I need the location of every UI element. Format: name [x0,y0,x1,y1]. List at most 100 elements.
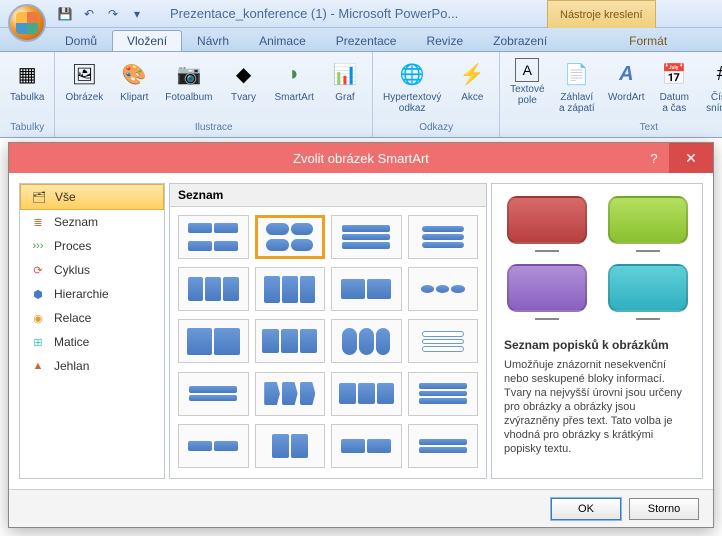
clipart-button[interactable]: 🎨Klipart [113,56,155,105]
tab-insert[interactable]: Vložení [112,30,182,51]
tab-home[interactable]: Domů [50,30,112,51]
redo-icon[interactable]: ↷ [104,5,122,23]
smartart-icon: ◗ [278,58,310,90]
description-text: Umožňuje znázornit nesekvenční nebo sesk… [504,358,690,456]
layout-thumb[interactable] [255,424,326,468]
ribbon-group-tables: ▦ Tabulka Tabulky [0,52,55,137]
category-list: 🗂Vše ≣Seznam ›››Proces ⟳Cyklus ⬢Hierarch… [19,183,165,479]
ok-button[interactable]: OK [551,498,621,520]
category-all[interactable]: 🗂Vše [20,184,164,210]
wordart-button[interactable]: AWordArt [605,56,647,105]
chart-button[interactable]: 📊Graf [324,56,366,105]
all-icon: 🗂 [31,190,47,204]
chart-icon: 📊 [329,58,361,90]
layout-thumb[interactable] [178,215,249,259]
layout-thumb[interactable] [408,424,479,468]
table-button[interactable]: ▦ Tabulka [6,56,48,105]
quick-access-toolbar: 💾 ↶ ↷ ▾ [56,5,146,23]
tab-present[interactable]: Prezentace [321,30,412,51]
preview-item [605,196,690,252]
ribbon-group-links: 🌐Hypertextový odkaz ⚡Akce Odkazy [373,52,500,137]
relation-icon: ◉ [30,311,46,325]
textbox-button[interactable]: ATextové pole [506,56,548,108]
shapes-button[interactable]: ◆Tvary [223,56,265,105]
layout-header: Seznam [170,184,486,207]
dialog-body: 🗂Vše ≣Seznam ›››Proces ⟳Cyklus ⬢Hierarch… [9,173,713,489]
album-button[interactable]: 📷Fotoalbum [161,56,216,105]
layout-thumb[interactable] [331,215,402,259]
datetime-icon: 📅 [658,58,690,90]
datetime-button[interactable]: 📅Datum a čas [653,56,695,116]
pyramid-icon: ▲ [30,359,46,373]
layout-thumb[interactable] [408,372,479,416]
slidenum-button[interactable]: #Číslo snímku [701,56,722,116]
layout-thumb[interactable] [178,372,249,416]
headerfooter-icon: 📄 [561,58,593,90]
office-button[interactable] [8,4,46,42]
ribbon-tabs: Domů Vložení Návrh Animace Prezentace Re… [0,28,722,52]
help-button[interactable]: ? [639,143,669,173]
ribbon-group-text: ATextové pole 📄Záhlaví a zápatí AWordArt… [500,52,722,137]
layout-thumb[interactable] [178,424,249,468]
ribbon: ▦ Tabulka Tabulky 🖼Obrázek 🎨Klipart 📷Fot… [0,52,722,138]
action-icon: ⚡ [456,58,488,90]
layout-thumb[interactable] [331,372,402,416]
smartart-dialog: Zvolit obrázek SmartArt ? ✕ 🗂Vše ≣Seznam… [8,142,714,528]
picture-button[interactable]: 🖼Obrázek [61,56,107,105]
table-icon: ▦ [11,58,43,90]
category-matrix[interactable]: ⊞Matice [20,330,164,354]
matrix-icon: ⊞ [30,335,46,349]
category-relation[interactable]: ◉Relace [20,306,164,330]
picture-icon: 🖼 [68,58,100,90]
action-button[interactable]: ⚡Akce [451,56,493,105]
ribbon-group-illustrations: 🖼Obrázek 🎨Klipart 📷Fotoalbum ◆Tvary ◗Sma… [55,52,373,137]
tab-anim[interactable]: Animace [244,30,321,51]
hyperlink-button[interactable]: 🌐Hypertextový odkaz [379,56,445,116]
close-button[interactable]: ✕ [669,143,713,173]
layout-thumb[interactable] [255,372,326,416]
layout-thumb[interactable] [408,319,479,363]
contextual-tab-label: Nástroje kreslení [547,0,656,28]
layout-thumb[interactable] [408,267,479,311]
undo-icon[interactable]: ↶ [80,5,98,23]
category-list[interactable]: ≣Seznam [20,210,164,234]
layout-thumb[interactable] [178,267,249,311]
clipart-icon: 🎨 [118,58,150,90]
hierarchy-icon: ⬢ [30,287,46,301]
cycle-icon: ⟳ [30,263,46,277]
category-hierarchy[interactable]: ⬢Hierarchie [20,282,164,306]
cancel-button[interactable]: Storno [629,498,699,520]
layout-thumb[interactable] [408,215,479,259]
layout-thumb[interactable] [331,424,402,468]
layout-thumb[interactable] [331,319,402,363]
dialog-footer: OK Storno [9,489,713,527]
slidenum-icon: # [706,58,722,90]
qat-dropdown-icon[interactable]: ▾ [128,5,146,23]
smartart-button[interactable]: ◗SmartArt [271,56,318,105]
dialog-title: Zvolit obrázek SmartArt [293,151,429,166]
preview-panel: Seznam popisků k obrázkům Umožňuje znázo… [491,183,703,479]
shapes-icon: ◆ [228,58,260,90]
layout-grid [170,207,486,478]
list-icon: ≣ [30,215,46,229]
layout-thumb[interactable] [255,267,326,311]
save-icon[interactable]: 💾 [56,5,74,23]
album-icon: 📷 [173,58,205,90]
tab-view[interactable]: Zobrazení [478,30,562,51]
tab-format[interactable]: Formát [614,30,682,51]
tab-design[interactable]: Návrh [182,30,244,51]
layout-thumb-selected[interactable] [255,215,326,259]
globe-icon: 🌐 [396,58,428,90]
description-title: Seznam popisků k obrázkům [504,338,690,352]
headerfooter-button[interactable]: 📄Záhlaví a zápatí [554,56,599,116]
category-pyramid[interactable]: ▲Jehlan [20,354,164,378]
tab-review[interactable]: Revize [411,30,478,51]
window-title: Prezentace_konference (1) - Microsoft Po… [170,6,458,21]
layout-thumb[interactable] [331,267,402,311]
category-process[interactable]: ›››Proces [20,234,164,258]
category-cycle[interactable]: ⟳Cyklus [20,258,164,282]
layout-thumb[interactable] [178,319,249,363]
preview-item [605,264,690,320]
dialog-titlebar: Zvolit obrázek SmartArt ? ✕ [9,143,713,173]
layout-thumb[interactable] [255,319,326,363]
